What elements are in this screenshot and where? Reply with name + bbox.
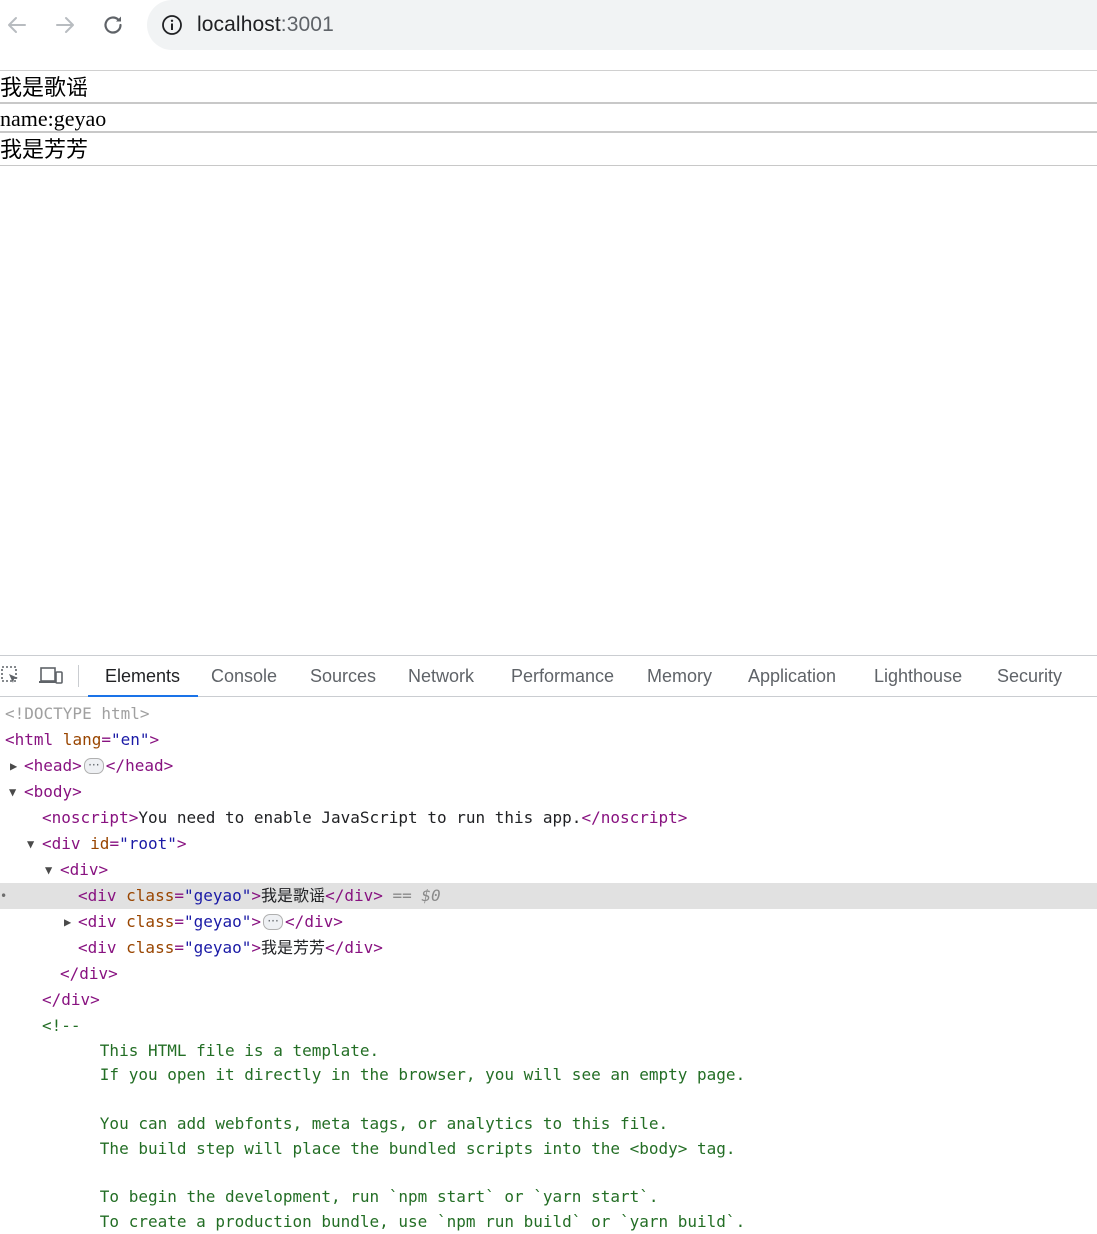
div-tag: <div bbox=[42, 834, 81, 853]
info-icon[interactable] bbox=[161, 14, 183, 36]
inspect-element-icon[interactable] bbox=[0, 665, 22, 687]
dom-tree: <!DOCTYPE html> <html lang="en"> ▶ <head>… bbox=[0, 701, 1097, 1234]
class-attr: class bbox=[116, 938, 175, 957]
div-tag-end: > bbox=[176, 834, 187, 853]
ellipsis-icon[interactable] bbox=[83, 752, 104, 778]
comment-line: This HTML file is a template. bbox=[42, 1041, 380, 1060]
html-tag-end: > bbox=[149, 730, 160, 749]
tab-console[interactable]: Console bbox=[211, 656, 277, 696]
tab-memory[interactable]: Memory bbox=[647, 656, 712, 696]
ellipsis-icon[interactable] bbox=[263, 908, 284, 934]
devtools-tabbar: Elements Console Sources Network Perform… bbox=[0, 656, 1097, 697]
div-open-tag: <div> bbox=[60, 860, 109, 879]
div-close-tag: </div> bbox=[285, 912, 343, 931]
url-text[interactable]: localhost:3001 bbox=[197, 13, 334, 37]
lang-attr: lang bbox=[53, 730, 102, 749]
tab-elements[interactable]: Elements bbox=[87, 656, 199, 697]
page-line-3: 我是芳芳 bbox=[0, 133, 1097, 166]
page-line-1: 我是歌谣 bbox=[0, 71, 1097, 104]
div-tag: <div bbox=[78, 938, 117, 957]
comment-open: <!-- bbox=[42, 1016, 81, 1035]
device-toolbar-icon[interactable] bbox=[38, 665, 64, 687]
tab-application[interactable]: Application bbox=[748, 656, 836, 696]
div-close-tag: </div> bbox=[325, 886, 383, 905]
div-tag-end: > bbox=[251, 938, 262, 957]
expand-triangle-icon[interactable]: ▶ bbox=[64, 909, 71, 935]
comment-line: To begin the development, run `npm start… bbox=[42, 1187, 659, 1207]
class-value: "geyao" bbox=[183, 912, 252, 931]
comment-line: You can add webfonts, meta tags, or anal… bbox=[42, 1114, 669, 1134]
div-close-tag: </div> bbox=[60, 964, 118, 983]
comment-line: To create a production bundle, use `npm … bbox=[42, 1211, 746, 1231]
div-tag-end: > bbox=[251, 912, 262, 931]
class-attr: class bbox=[116, 912, 175, 931]
tab-security[interactable]: Security bbox=[997, 656, 1062, 696]
comment-line bbox=[42, 1161, 1097, 1185]
devtools-panel: Elements Console Sources Network Perform… bbox=[0, 655, 1097, 1231]
collapse-triangle-icon[interactable]: ▼ bbox=[9, 779, 16, 805]
dom-node-root-close[interactable]: </div> bbox=[0, 987, 1097, 1013]
back-button[interactable] bbox=[2, 10, 32, 40]
dom-node-comment[interactable]: <!-- bbox=[0, 1013, 1097, 1039]
reload-icon bbox=[104, 16, 122, 34]
html-tag: <html bbox=[5, 730, 54, 749]
expand-triangle-icon[interactable]: ▶ bbox=[10, 753, 17, 779]
noscript-text: You need to enable JavaScript to run thi… bbox=[138, 808, 582, 827]
div-tag: <div bbox=[78, 886, 117, 905]
div-tag-end: > bbox=[251, 886, 262, 905]
class-value: "geyao" bbox=[183, 886, 252, 905]
head-close-tag: </head> bbox=[105, 756, 174, 775]
address-bar[interactable]: localhost:3001 bbox=[147, 0, 1097, 50]
dom-node-doctype[interactable]: <!DOCTYPE html> bbox=[0, 701, 1097, 727]
arrow-right-icon bbox=[56, 17, 74, 33]
tab-sources[interactable]: Sources bbox=[310, 656, 376, 696]
tab-lighthouse[interactable]: Lighthouse bbox=[874, 656, 962, 696]
dom-node-geyao-1[interactable]: • <div class="geyao">我是歌谣</div> == $0 bbox=[0, 883, 1097, 909]
div-close-tag: </div> bbox=[42, 990, 100, 1009]
comment-line: The build step will place the bundled sc… bbox=[42, 1138, 736, 1158]
dom-node-head[interactable]: ▶ <head> </head> bbox=[0, 752, 1097, 779]
noscript-open-tag: <noscript> bbox=[42, 808, 139, 827]
dom-node-inner-div[interactable]: ▼ <div> bbox=[0, 857, 1097, 883]
body-open-tag: <body> bbox=[24, 782, 82, 801]
id-attr: id bbox=[80, 834, 110, 853]
comment-body: This HTML file is a template. If you ope… bbox=[0, 1039, 1097, 1234]
comment-line bbox=[42, 1088, 1097, 1112]
class-attr: class bbox=[116, 886, 175, 905]
dom-node-body[interactable]: ▼ <body> bbox=[0, 779, 1097, 805]
id-value: "root" bbox=[119, 834, 177, 853]
comment-line: If you open it directly in the browser, … bbox=[42, 1065, 746, 1085]
dom-node-noscript[interactable]: <noscript>You need to enable JavaScript … bbox=[0, 805, 1097, 831]
node-text: 我是歌谣 bbox=[261, 886, 326, 905]
lang-value: "en" bbox=[110, 730, 150, 749]
forward-button[interactable] bbox=[50, 10, 80, 40]
collapse-triangle-icon[interactable]: ▼ bbox=[27, 831, 34, 857]
class-value: "geyao" bbox=[183, 938, 252, 957]
reload-button[interactable] bbox=[98, 10, 128, 40]
dom-node-geyao-2[interactable]: ▶<div class="geyao"></div> bbox=[0, 908, 1097, 935]
page-viewport: 我是歌谣 name:geyao 我是芳芳 bbox=[0, 70, 1097, 656]
selection-dot-icon: • bbox=[0, 889, 8, 903]
dom-node-html[interactable]: <html lang="en"> bbox=[0, 727, 1097, 753]
div-close-tag: </div> bbox=[325, 938, 383, 957]
url-port: :3001 bbox=[280, 13, 334, 36]
dom-node-geyao-3[interactable]: <div class="geyao">我是芳芳</div> bbox=[0, 935, 1097, 961]
noscript-close-tag: </noscript> bbox=[581, 808, 688, 827]
arrow-left-icon bbox=[8, 17, 26, 33]
div-tag: <div bbox=[78, 912, 117, 931]
browser-toolbar: localhost:3001 bbox=[0, 0, 1097, 50]
dom-node-inner-div-close[interactable]: </div> bbox=[0, 961, 1097, 987]
collapse-triangle-icon[interactable]: ▼ bbox=[45, 857, 52, 883]
page-line-2: name:geyao bbox=[0, 104, 1097, 133]
node-text: 我是芳芳 bbox=[261, 938, 326, 957]
url-host: localhost bbox=[197, 13, 281, 36]
dom-node-root[interactable]: ▼ <div id="root"> bbox=[0, 831, 1097, 857]
head-open-tag: <head> bbox=[24, 756, 82, 775]
selected-marker: == $0 bbox=[382, 886, 441, 905]
tab-network[interactable]: Network bbox=[408, 656, 474, 696]
doctype-text: <!DOCTYPE html> bbox=[5, 704, 150, 723]
toolbar-divider bbox=[78, 665, 79, 687]
tab-performance[interactable]: Performance bbox=[511, 656, 614, 696]
